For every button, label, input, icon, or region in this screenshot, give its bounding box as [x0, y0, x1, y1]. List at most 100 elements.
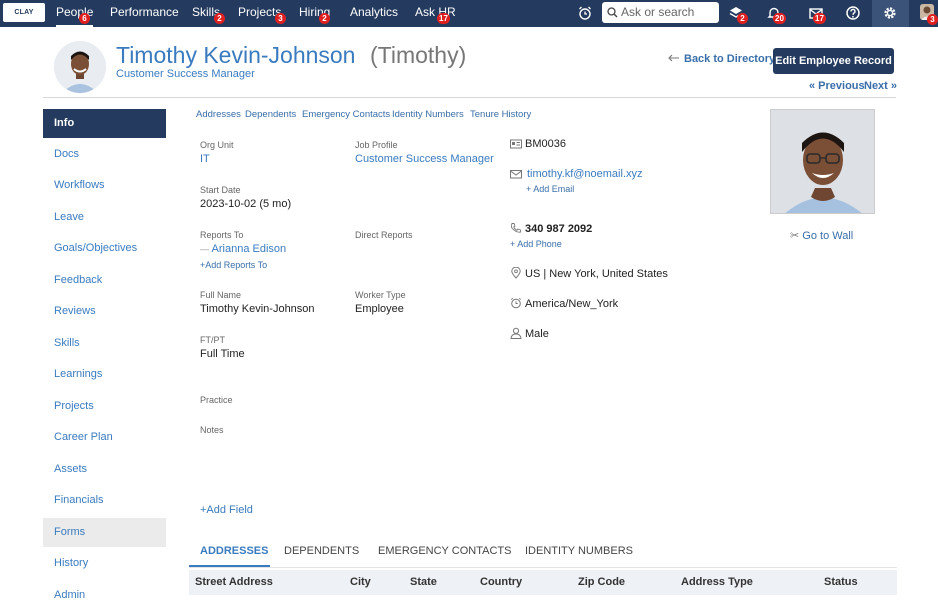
sidebar-item-info[interactable]: Info	[43, 109, 166, 138]
col-status[interactable]: Status	[824, 576, 858, 588]
nav-ask-hr[interactable]: Ask HR	[415, 0, 456, 27]
sidebar-item-history[interactable]: History	[43, 549, 166, 578]
col-zip-code[interactable]: Zip Code	[578, 576, 625, 588]
nav-hiring-badge: 2	[319, 13, 330, 24]
settings-button[interactable]	[872, 0, 909, 27]
sidebar-item-learnings[interactable]: Learnings	[43, 360, 166, 389]
tab-dependents[interactable]: DEPENDENTS	[284, 545, 359, 557]
next-link[interactable]: Next »	[864, 80, 897, 92]
subnav-dependents[interactable]: Dependents	[245, 109, 296, 120]
phone-icon	[510, 223, 521, 233]
location-pin-icon	[511, 267, 521, 279]
subnav-tenure-history[interactable]: Tenure History	[470, 109, 531, 120]
worker-type-value: Employee	[355, 303, 404, 315]
edit-employee-record-button[interactable]: Edit Employee Record	[773, 48, 894, 74]
addresses-table-header	[189, 570, 897, 595]
tab-emergency-contacts[interactable]: EMERGENCY CONTACTS	[378, 545, 511, 557]
alarm-clock-icon[interactable]	[577, 5, 593, 21]
col-country[interactable]: Country	[480, 576, 522, 588]
search-placeholder: Ask or search	[621, 5, 695, 19]
clay-logo[interactable]: CLAY	[3, 3, 45, 22]
gear-icon	[884, 7, 896, 19]
wall-icon: ✂	[790, 230, 803, 242]
subnav-addresses[interactable]: Addresses	[196, 109, 241, 120]
sidebar-item-forms[interactable]: Forms	[43, 518, 166, 547]
search-input[interactable]: Ask or search	[602, 2, 719, 23]
bell-badge: 20	[773, 13, 786, 24]
arrow-left-icon	[668, 54, 679, 62]
sidebar-item-workflows[interactable]: Workflows	[43, 171, 166, 200]
reports-to-value[interactable]: — Arianna Edison	[200, 243, 286, 255]
job-profile-value[interactable]: Customer Success Manager	[355, 153, 494, 165]
mail-badge: 17	[813, 13, 826, 24]
reports-to-label: Reports To	[200, 230, 244, 240]
person-icon	[510, 327, 522, 339]
sidebar-item-assets[interactable]: Assets	[43, 455, 166, 484]
sidebar-item-projects[interactable]: Projects	[43, 392, 166, 421]
sidebar-item-docs[interactable]: Docs	[43, 140, 166, 169]
previous-link[interactable]: « Previous	[809, 80, 865, 92]
start-date-value: 2023-10-02 (5 mo)	[200, 198, 292, 210]
direct-reports-label: Direct Reports	[355, 230, 413, 240]
phone-value: 340 987 2092	[525, 223, 593, 235]
org-unit-label: Org Unit	[200, 140, 234, 150]
employee-photo-image	[771, 110, 874, 213]
worker-type-label: Worker Type	[355, 290, 406, 300]
add-email-link[interactable]: + Add Email	[526, 184, 574, 194]
nav-skills-badge: 2	[214, 13, 225, 24]
go-to-wall-label: Go to Wall	[802, 230, 854, 242]
ftpt-label: FT/PT	[200, 335, 225, 345]
nav-analytics[interactable]: Analytics	[350, 0, 398, 27]
logo-text: CLAY	[14, 9, 34, 16]
tab-identity-numbers[interactable]: IDENTITY NUMBERS	[525, 545, 633, 557]
sidebar-item-career-plan[interactable]: Career Plan	[43, 423, 166, 452]
full-name-label: Full Name	[200, 290, 242, 300]
location-value: US | New York, United States	[525, 268, 668, 280]
employee-id-value: BM0036	[525, 138, 566, 150]
tab-addresses[interactable]: ADDRESSES	[200, 545, 268, 557]
employee-nickname: (Timothy)	[370, 42, 467, 68]
dash-icon: —	[200, 244, 212, 254]
nav-projects[interactable]: Projects	[238, 0, 281, 27]
help-icon[interactable]	[845, 5, 861, 21]
add-reports-to-link[interactable]: +Add Reports To	[200, 260, 267, 270]
start-date-label: Start Date	[200, 185, 241, 195]
full-name-value: Timothy Kevin-Johnson	[200, 303, 315, 315]
add-field-link[interactable]: +Add Field	[200, 504, 253, 516]
subnav-identity-numbers[interactable]: Identity Numbers	[392, 109, 464, 120]
job-profile-label: Job Profile	[355, 140, 398, 150]
header-divider	[43, 97, 896, 98]
back-to-directory-link[interactable]: Back to Directory	[668, 53, 775, 65]
add-phone-link[interactable]: + Add Phone	[510, 239, 562, 249]
email-value[interactable]: timothy.kf@noemail.xyz	[527, 168, 643, 180]
col-street-address[interactable]: Street Address	[195, 576, 273, 588]
nav-projects-badge: 3	[275, 13, 286, 24]
sidebar-item-feedback[interactable]: Feedback	[43, 266, 166, 295]
sidebar-item-skills[interactable]: Skills	[43, 329, 166, 358]
nav-performance[interactable]: Performance	[110, 0, 179, 27]
nav-ask-hr-badge: 17	[437, 13, 450, 24]
go-to-wall-link[interactable]: ✂ Go to Wall	[790, 229, 853, 242]
sidebar-item-reviews[interactable]: Reviews	[43, 297, 166, 326]
timezone-clock-icon	[511, 297, 521, 309]
org-unit-value[interactable]: IT	[200, 153, 210, 165]
sidebar-item-admin[interactable]: Admin	[43, 581, 166, 610]
nav-performance-label: Performance	[110, 5, 179, 19]
id-card-icon	[510, 139, 522, 149]
sidebar-item-leave[interactable]: Leave	[43, 203, 166, 232]
sidebar-item-goals[interactable]: Goals/Objectives	[43, 234, 166, 263]
gender-value: Male	[525, 328, 549, 340]
sidebar-item-financials[interactable]: Financials	[43, 486, 166, 515]
nav-people-badge: 6	[79, 13, 90, 24]
col-city[interactable]: City	[350, 576, 371, 588]
avatar-badge: 3	[927, 14, 938, 25]
timezone-value: America/New_York	[525, 298, 619, 310]
col-state[interactable]: State	[410, 576, 437, 588]
top-nav: CLAY People 6 Performance Skills 2 Proje…	[0, 0, 938, 27]
back-to-directory-label: Back to Directory	[684, 53, 776, 65]
practice-label: Practice	[200, 395, 233, 405]
nav-analytics-label: Analytics	[350, 5, 399, 19]
employee-avatar-image	[54, 41, 106, 93]
col-address-type[interactable]: Address Type	[681, 576, 753, 588]
subnav-emergency-contacts[interactable]: Emergency Contacts	[302, 109, 390, 120]
